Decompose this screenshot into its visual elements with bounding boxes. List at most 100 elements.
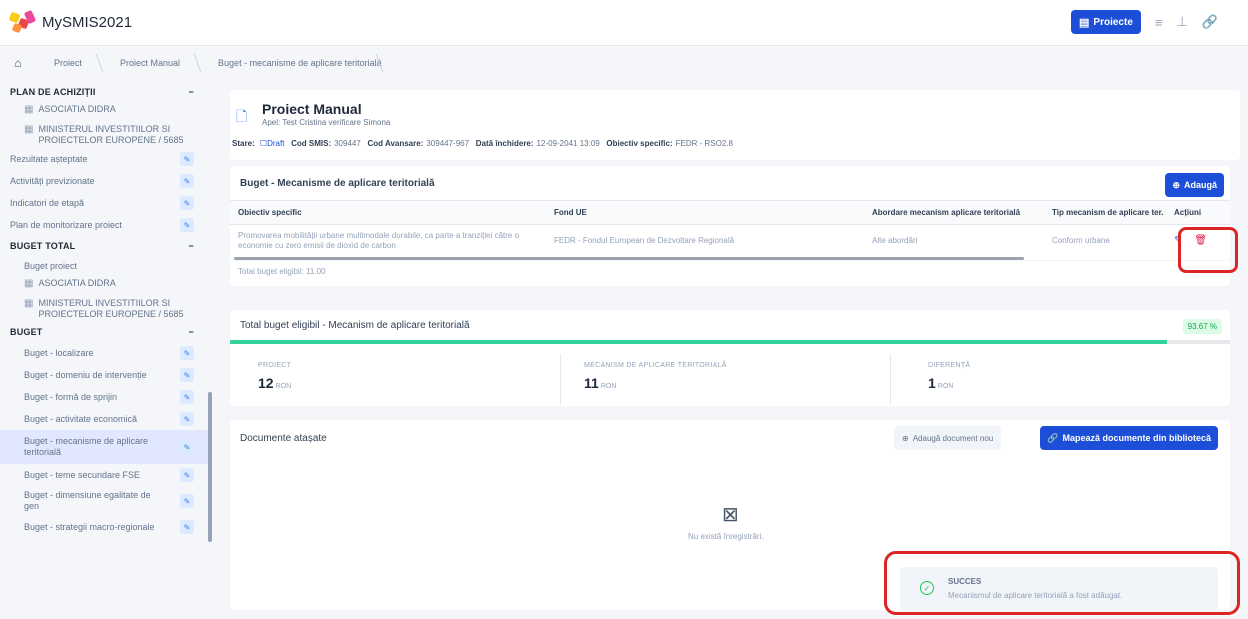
cod-avansare-label: Cod Avansare: bbox=[367, 139, 424, 148]
edit-icon: ✎ bbox=[180, 174, 194, 188]
collapse-icon[interactable]: − bbox=[189, 327, 194, 337]
stat-value: 12 RON bbox=[258, 375, 291, 391]
sidebar-subitem[interactable]: ▦ MINISTERUL INVESTITIILOR SI PROIECTELO… bbox=[0, 122, 208, 148]
stat-number: 1 bbox=[928, 375, 936, 391]
sidebar-section-buget[interactable]: BUGET − bbox=[0, 322, 208, 342]
stat-label: PROIECT bbox=[258, 362, 292, 369]
stat-diferenta: DIFERENȚĂ 1 RON bbox=[928, 362, 970, 391]
edit-icon: ✎ bbox=[180, 152, 194, 166]
home-icon[interactable]: ⌂ bbox=[0, 56, 36, 70]
sidebar-item-indicatori[interactable]: Indicatori de etapă ✎ bbox=[0, 192, 208, 214]
sidebar-item-buget-forma[interactable]: Buget - formă de sprijin ✎ bbox=[0, 386, 208, 408]
sidebar-item-rezultate[interactable]: Rezultate așteptate ✎ bbox=[0, 148, 208, 170]
sidebar-item-label: Buget - dimensiune egalitate de gen bbox=[24, 490, 151, 511]
sidebar-subitem-label: MINISTERUL INVESTITIILOR SI PROIECTELOR … bbox=[38, 124, 184, 145]
percent-badge: 93.67 % bbox=[1182, 319, 1222, 334]
sidebar-item-label: Buget - domeniu de intervenție bbox=[24, 370, 147, 380]
edit-icon: ✎ bbox=[180, 368, 194, 382]
highlight-toast bbox=[884, 551, 1240, 615]
sidebar-scrollbar[interactable] bbox=[208, 392, 212, 542]
notifications-icon[interactable]: 🔗 bbox=[1202, 14, 1218, 30]
project-meta: Stare: ☐Draft Cod SMIS: 309447 Cod Avansa… bbox=[232, 139, 733, 148]
sidebar-section-title: PLAN DE ACHIZIȚII bbox=[10, 87, 96, 97]
cell-obiectiv: Promovarea mobilității urbane multimodal… bbox=[238, 230, 520, 250]
sidebar-item-label: Buget - teme secundare FSE bbox=[24, 470, 141, 480]
user-icon[interactable]: ⊥ bbox=[1176, 14, 1187, 30]
sidebar-item-buget-mecanisme[interactable]: Buget - mecanisme de aplicare teritorial… bbox=[0, 430, 208, 464]
stat-label: MECANISM DE APLICARE TERITORIALĂ bbox=[584, 362, 727, 369]
sidebar: PLAN DE ACHIZIȚII − ▦ ASOCIATIA DIDRA ▦ … bbox=[0, 82, 208, 619]
sidebar-item-label: Indicatori de etapă bbox=[10, 198, 85, 208]
projects-button-label: Proiecte bbox=[1093, 16, 1133, 28]
breadcrumb: ⌂ Proiect Proiect Manual Buget - mecanis… bbox=[0, 53, 1248, 73]
no-image-icon: ⊠ bbox=[722, 504, 739, 526]
link-icon: 🔗 bbox=[1047, 432, 1059, 443]
stat-number: 11 bbox=[584, 375, 599, 391]
stat-proiect: PROIECT 12 RON bbox=[258, 362, 291, 391]
plus-icon: ⊕ bbox=[1172, 179, 1180, 190]
sidebar-item-label: Buget - localizare bbox=[24, 348, 94, 358]
sidebar-subitem[interactable]: ▦ MINISTERUL INVESTITIILOR SI PROIECTELO… bbox=[0, 296, 208, 322]
cell-tip: Conform urbane bbox=[1052, 235, 1110, 245]
project-applicant: Apel: Test Cristina verificare Simona bbox=[262, 118, 391, 127]
table-header-row: Obiectiv specific Fond UE Abordare mecan… bbox=[230, 200, 1230, 225]
column-header: Acțiuni bbox=[1166, 200, 1230, 225]
projects-button[interactable]: ▤ Proiecte bbox=[1071, 10, 1141, 34]
document-icon: 🗋 bbox=[236, 108, 248, 124]
sidebar-subitem-label: MINISTERUL INVESTITIILOR SI PROIECTELOR … bbox=[38, 298, 184, 319]
add-button[interactable]: ⊕ Adaugă bbox=[1165, 173, 1224, 197]
cod-smis-label: Cod SMIS: bbox=[291, 139, 332, 148]
add-document-button[interactable]: ⊕ Adaugă document nou bbox=[894, 426, 1002, 450]
logo-mark-icon bbox=[8, 9, 37, 35]
edit-icon: ✎ bbox=[180, 520, 194, 534]
add-button-label: Adaugă bbox=[1183, 180, 1217, 190]
sidebar-item-buget-proiect[interactable]: Buget proiect bbox=[0, 256, 208, 276]
sidebar-item-buget-activitate[interactable]: Buget - activitate economică ✎ bbox=[0, 408, 208, 430]
highlight-actions bbox=[1178, 227, 1238, 273]
sidebar-item-buget-strategii[interactable]: Buget - strategii macro-regionale ✎ bbox=[0, 516, 208, 538]
sidebar-item-activitati[interactable]: Activități previzionate ✎ bbox=[0, 170, 208, 192]
sidebar-item-buget-gen[interactable]: Buget - dimensiune egalitate de gen ✎ bbox=[0, 486, 208, 516]
breadcrumb-item[interactable]: Proiect bbox=[36, 58, 102, 68]
stat-unit: RON bbox=[600, 383, 617, 390]
sidebar-section-buget-total[interactable]: BUGET TOTAL − bbox=[0, 236, 208, 256]
map-documents-label: Mapează documente din bibliotecă bbox=[1062, 433, 1211, 443]
sidebar-subitem[interactable]: ▦ ASOCIATIA DIDRA bbox=[0, 276, 208, 296]
cell-abordare: Alte abordări bbox=[872, 235, 918, 245]
building-icon: ▦ bbox=[24, 124, 34, 135]
collapse-icon[interactable]: − bbox=[189, 241, 194, 251]
building-icon: ▦ bbox=[24, 104, 34, 115]
project-header: 🗋 Proiect Manual Apel: Test Cristina ver… bbox=[230, 90, 1240, 160]
empty-message: Nu există înregistrări. bbox=[688, 532, 764, 541]
table-row: Promovarea mobilității urbane multimodal… bbox=[230, 225, 1230, 257]
sidebar-item-buget-domeniu[interactable]: Buget - domeniu de intervenție ✎ bbox=[0, 364, 208, 386]
cod-smis-value: 309447 bbox=[334, 139, 361, 148]
menu-icon[interactable]: ≡ bbox=[1155, 15, 1163, 30]
sidebar-item-monitorizare[interactable]: Plan de monitorizare proiect ✎ bbox=[0, 214, 208, 236]
edit-icon: ✎ bbox=[180, 412, 194, 426]
collapse-icon[interactable]: − bbox=[189, 87, 194, 97]
top-bar: MySMIS2021 ▤ Proiecte ≡ ⊥ 🔗 bbox=[0, 0, 1248, 46]
data-inchidere-label: Dată închidere: bbox=[475, 139, 534, 148]
status-badge: ☐Draft bbox=[259, 139, 285, 148]
project-title: Proiect Manual bbox=[262, 101, 362, 117]
edit-icon: ✎ bbox=[180, 196, 194, 210]
sidebar-item-buget-teme[interactable]: Buget - teme secundare FSE ✎ bbox=[0, 464, 208, 486]
edit-icon: ✎ bbox=[180, 468, 194, 482]
app-logo[interactable]: MySMIS2021 bbox=[8, 9, 132, 35]
sidebar-subitem-label: ASOCIATIA DIDRA bbox=[38, 278, 116, 288]
sidebar-item-label: Buget - strategii macro-regionale bbox=[24, 522, 155, 532]
stat-unit: RON bbox=[937, 383, 954, 390]
column-header: Abordare mecanism aplicare teritorială bbox=[864, 200, 1044, 225]
divider bbox=[560, 354, 561, 404]
sidebar-item-buget-localizare[interactable]: Buget - localizare ✎ bbox=[0, 342, 208, 364]
sidebar-subitem[interactable]: ▦ ASOCIATIA DIDRA bbox=[0, 102, 208, 122]
breadcrumb-item[interactable]: Proiect Manual bbox=[102, 58, 200, 68]
edit-icon: ✎ bbox=[180, 218, 194, 232]
budget-table: Obiectiv specific Fond UE Abordare mecan… bbox=[230, 200, 1230, 257]
stat-value: 1 RON bbox=[928, 375, 970, 391]
edit-icon: ✎ bbox=[180, 346, 194, 360]
sidebar-section-achizitii[interactable]: PLAN DE ACHIZIȚII − bbox=[0, 82, 208, 102]
map-documents-button[interactable]: 🔗 Mapează documente din bibliotecă bbox=[1040, 426, 1218, 450]
total-eligible-title: Total buget eligibil - Mecanism de aplic… bbox=[240, 319, 470, 331]
